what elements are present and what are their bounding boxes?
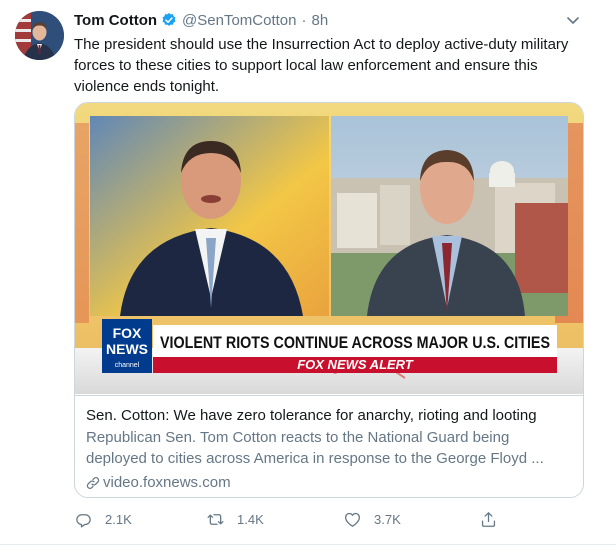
news-broadcast-image: FOX NEWS channel VIOLENT RIOTS CONTINUE … [75, 103, 583, 394]
like-button[interactable]: 3.7K [343, 508, 401, 530]
tweet-text: The president should use the Insurrectio… [74, 36, 569, 95]
verified-badge-icon [161, 12, 177, 28]
reply-button[interactable]: 2.1K [74, 508, 132, 530]
tweet-header: Tom Cotton @SenTomCotton · 8h [74, 9, 328, 31]
tweet-timestamp[interactable]: 8h [311, 12, 328, 29]
chevron-down-icon[interactable] [565, 12, 581, 28]
card-domain-text: video.foxnews.com [103, 474, 231, 491]
card-info[interactable]: Sen. Cotton: We have zero tolerance for … [75, 395, 583, 497]
share-button[interactable] [479, 508, 498, 530]
reply-icon [76, 513, 91, 528]
fox-logo-top: FOX [113, 325, 142, 341]
avatar[interactable] [15, 11, 64, 60]
tweet-actions: 2.1K 1.4K 3.7K [74, 508, 514, 530]
card-description: Republican Sen. Tom Cotton reacts to the… [86, 429, 544, 467]
retweet-icon [207, 513, 224, 525]
retweet-count: 1.4K [237, 511, 264, 527]
tweet-divider [0, 544, 616, 545]
fox-logo-bottom: NEWS [106, 341, 148, 357]
fox-logo-sub: channel [115, 362, 140, 369]
lower-third-headline: VIOLENT RIOTS CONTINUE ACROSS MAJOR U.S.… [160, 333, 550, 352]
card-image[interactable]: FOX NEWS channel VIOLENT RIOTS CONTINUE … [75, 103, 583, 394]
avatar-image [15, 11, 64, 60]
separator-dot: · [301, 11, 307, 29]
heart-icon [345, 512, 360, 527]
reply-count: 2.1K [105, 511, 132, 527]
retweet-button[interactable]: 1.4K [206, 508, 264, 530]
card-title[interactable]: Sen. Cotton: We have zero tolerance for … [86, 406, 572, 426]
share-icon [481, 511, 496, 527]
tweet[interactable]: Tom Cotton @SenTomCotton · 8h The presid… [0, 0, 616, 552]
like-count: 3.7K [374, 511, 401, 527]
link-icon [86, 476, 100, 490]
link-card[interactable]: FOX NEWS channel VIOLENT RIOTS CONTINUE … [74, 102, 584, 498]
author-handle[interactable]: @SenTomCotton [182, 12, 296, 29]
author-name[interactable]: Tom Cotton [74, 12, 157, 29]
card-domain[interactable]: video.foxnews.com [86, 473, 572, 493]
fox-news-alert: FOX NEWS ALERT [297, 357, 414, 372]
